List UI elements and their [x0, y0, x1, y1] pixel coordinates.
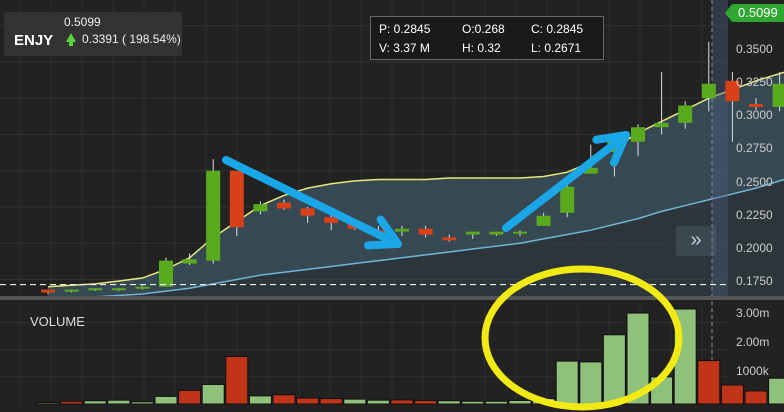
candle-body[interactable]: [277, 202, 291, 209]
candle-body[interactable]: [631, 127, 645, 142]
candle-body[interactable]: [206, 170, 221, 261]
candle-body[interactable]: [159, 260, 173, 287]
candle-body[interactable]: [111, 288, 126, 291]
ohlc-tooltip: P: 0.2845 O:0.268 C: 0.2845 V: 3.37 M H:…: [370, 16, 604, 60]
ohlc-v: V: 3.37 M: [379, 41, 430, 55]
candle-body[interactable]: [701, 83, 716, 99]
volume-bar[interactable]: [366, 399, 390, 405]
candle-body[interactable]: [64, 289, 79, 292]
volume-tick-label: 2.00m: [736, 335, 770, 349]
volume-bar[interactable]: [296, 397, 320, 405]
volume-bar[interactable]: [201, 383, 225, 405]
volume-bar[interactable]: [225, 356, 249, 405]
current-price-value: 0.5099: [738, 5, 778, 20]
volume-bar[interactable]: [154, 395, 178, 405]
price-tick-label: 0.3500: [736, 42, 773, 56]
volume-bar[interactable]: [107, 399, 131, 405]
candle-body[interactable]: [489, 231, 504, 235]
volume-bar[interactable]: [555, 360, 579, 405]
chart-screen: 0.5099 ENJY 0.3391 ( 198.54%) P: 0.2845 …: [0, 0, 784, 412]
current-price-tag: 0.5099: [725, 4, 784, 22]
candle-body[interactable]: [182, 259, 197, 264]
volume-bar[interactable]: [36, 402, 60, 405]
price-tick-label: 0.3250: [736, 75, 773, 89]
volume-bar[interactable]: [319, 398, 343, 405]
candle-body[interactable]: [418, 228, 433, 235]
volume-bar[interactable]: [178, 389, 202, 405]
ticker-change: 0.3391 ( 198.54%): [82, 32, 181, 46]
ticker-panel: 0.5099 ENJY 0.3391 ( 198.54%): [4, 12, 182, 56]
volume-tick-label: 1000k: [736, 364, 769, 378]
volume-bar[interactable]: [414, 399, 438, 405]
candle-body[interactable]: [41, 289, 55, 293]
volume-bar[interactable]: [83, 400, 107, 405]
volume-bar[interactable]: [248, 395, 272, 405]
candle-body[interactable]: [560, 186, 575, 213]
scroll-forward-button[interactable]: »: [676, 226, 716, 256]
ticker-symbol: ENJY: [14, 32, 54, 49]
candle-body[interactable]: [536, 215, 551, 226]
price-tick-label: 0.3000: [736, 108, 773, 122]
candle-body[interactable]: [253, 204, 268, 212]
volume-bar[interactable]: [390, 399, 414, 405]
ohlc-o: O:0.268: [462, 22, 505, 36]
up-arrow-stem: [69, 41, 73, 46]
price-tick-label: 0.2000: [736, 241, 773, 255]
volume-bar[interactable]: [484, 400, 508, 405]
volume-bar[interactable]: [768, 377, 784, 405]
volume-bar[interactable]: [60, 400, 84, 405]
price-tick-label: 0.2500: [736, 175, 773, 189]
volume-bar[interactable]: [130, 401, 154, 405]
volume-bar[interactable]: [602, 334, 626, 405]
candle-body[interactable]: [749, 104, 763, 107]
price-tick-label: 0.2250: [736, 208, 773, 222]
ohlc-p: P: 0.2845: [379, 22, 431, 36]
volume-bar[interactable]: [579, 361, 603, 405]
ohlc-l: L: 0.2671: [531, 41, 582, 55]
volume-bar[interactable]: [744, 390, 768, 405]
candle-body[interactable]: [678, 105, 693, 123]
candle-body[interactable]: [654, 122, 669, 128]
candle-body[interactable]: [300, 208, 315, 216]
candle-body[interactable]: [229, 170, 244, 228]
price-tick-label: 0.1750: [736, 274, 773, 288]
volume-bar[interactable]: [437, 400, 461, 405]
ticker-price: 0.5099: [64, 15, 101, 29]
candle-body[interactable]: [772, 83, 784, 107]
volume-bar[interactable]: [343, 398, 367, 405]
volume-bar[interactable]: [461, 400, 485, 405]
volume-bar[interactable]: [272, 394, 296, 405]
chart-canvas[interactable]: [0, 0, 784, 412]
candle-body[interactable]: [135, 286, 150, 289]
ohlc-c: C: 0.2845: [531, 22, 584, 36]
candle-body[interactable]: [465, 231, 480, 235]
candle-body[interactable]: [88, 288, 103, 291]
volume-bar[interactable]: [697, 360, 721, 405]
volume-label: VOLUME: [30, 314, 85, 329]
candle-body[interactable]: [513, 231, 527, 234]
price-tick-label: 0.2750: [736, 141, 773, 155]
volume-bar[interactable]: [720, 384, 744, 405]
ohlc-h: H: 0.32: [462, 41, 501, 55]
candle-body[interactable]: [442, 237, 457, 241]
candle-body[interactable]: [395, 228, 409, 232]
volume-bar[interactable]: [508, 399, 532, 405]
volume-tick-label: 3.00m: [736, 306, 770, 320]
